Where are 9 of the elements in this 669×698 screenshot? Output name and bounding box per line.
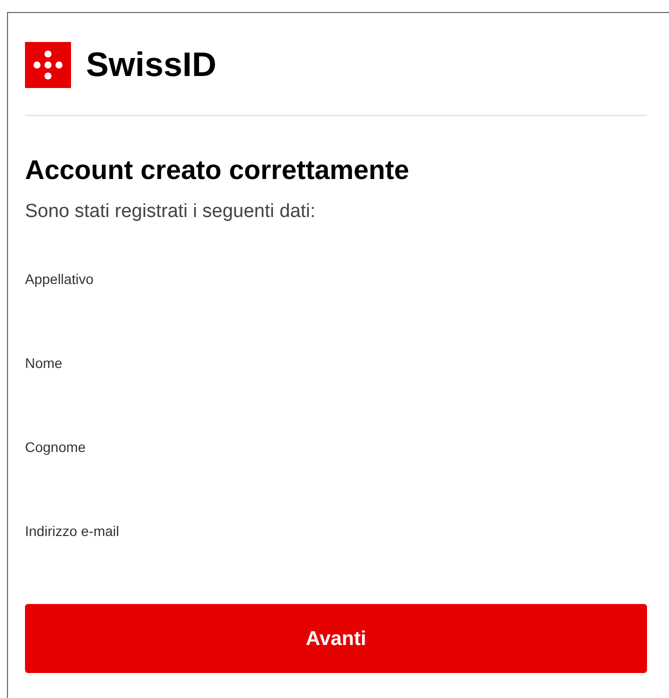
field-label: Nome xyxy=(25,354,64,372)
field-label: Appellativo xyxy=(25,270,94,288)
subtitle: Sono stati registrati i seguenti dati: xyxy=(25,200,316,224)
field-label: Indirizzo e-mail xyxy=(25,522,120,540)
brand-name: SwissID xyxy=(86,48,216,82)
field-label: Cognome xyxy=(25,438,87,456)
next-button[interactable]: Avanti xyxy=(25,604,647,674)
page-heading: Account creato correttamente xyxy=(25,154,410,187)
logo-icon xyxy=(25,42,71,88)
